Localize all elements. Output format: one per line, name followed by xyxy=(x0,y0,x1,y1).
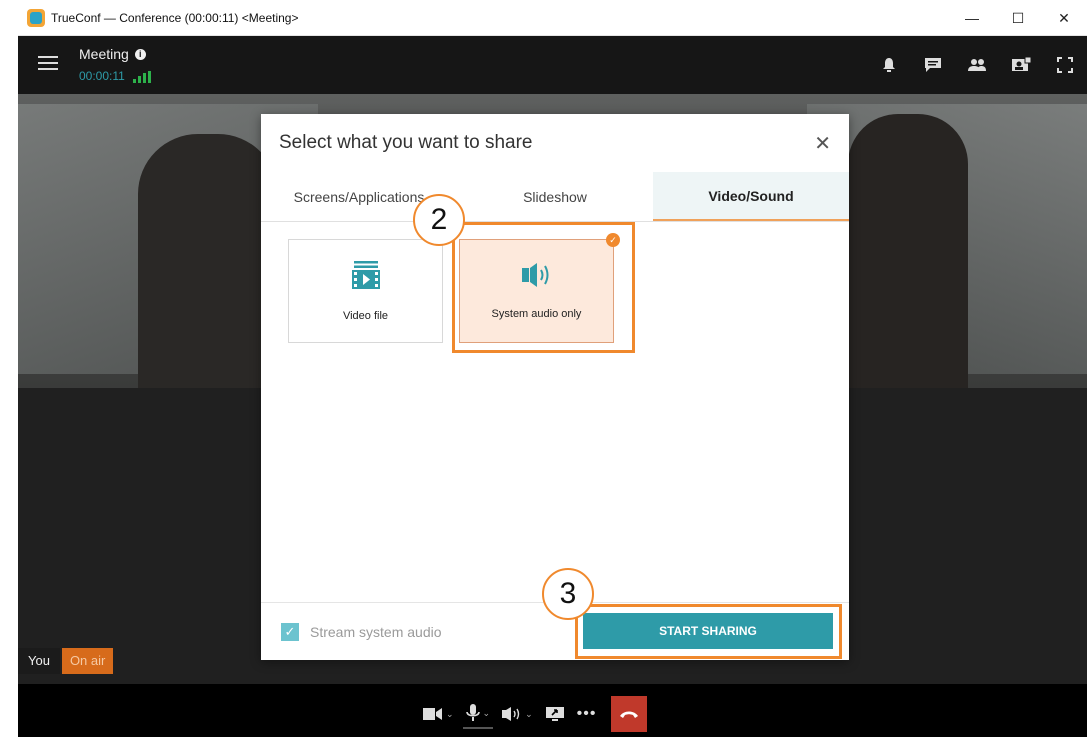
signal-strength-icon xyxy=(132,71,151,83)
window-controls: — ☐ ✕ xyxy=(949,0,1087,36)
header-actions xyxy=(867,52,1087,78)
checkbox-checked-icon[interactable]: ✓ xyxy=(281,623,299,641)
conference-header: Meeting i 00:00:11 xyxy=(18,36,1087,94)
participants-icon[interactable] xyxy=(955,52,999,78)
trueconf-logo-icon xyxy=(27,8,45,27)
meeting-title: Meeting i xyxy=(79,46,146,62)
speaker-icon xyxy=(502,707,520,721)
camera-button[interactable]: ⌄ xyxy=(420,699,457,729)
highlight-system-audio xyxy=(452,222,635,353)
end-call-button[interactable] xyxy=(611,696,648,732)
title-bar: TrueConf — Conference (00:00:11) <Meetin… xyxy=(18,0,1087,36)
chevron-down-icon[interactable]: ⌄ xyxy=(483,708,491,719)
bell-icon[interactable] xyxy=(867,52,911,78)
call-controls: ⌄ ⌄ ⌄ ••• xyxy=(420,696,648,732)
tab-video-sound[interactable]: Video/Sound xyxy=(653,172,849,221)
stream-system-audio-label: Stream system audio xyxy=(310,624,442,640)
self-view-labels: You On air xyxy=(18,648,114,674)
tab-slideshow[interactable]: Slideshow xyxy=(457,172,653,221)
more-icon: ••• xyxy=(576,705,597,722)
video-file-icon xyxy=(351,261,380,289)
dialog-title: Select what you want to share xyxy=(279,132,533,153)
participant-video-left xyxy=(138,134,278,388)
microphone-button[interactable]: ⌄ xyxy=(462,699,494,729)
step-2-marker: 2 xyxy=(413,194,465,246)
timer-row: 00:00:11 xyxy=(79,69,151,83)
close-button[interactable]: ✕ xyxy=(1041,0,1087,36)
highlight-start-sharing xyxy=(575,604,842,659)
chat-icon[interactable] xyxy=(911,52,955,78)
you-label: You xyxy=(18,648,60,674)
fullscreen-icon[interactable] xyxy=(1043,52,1087,78)
minimize-button[interactable]: — xyxy=(949,0,995,36)
hamburger-menu-icon[interactable] xyxy=(38,56,58,72)
conference-timer: 00:00:11 xyxy=(79,69,125,83)
participant-video-right xyxy=(848,114,968,388)
share-tabs: Screens/Applications Slideshow Video/Sou… xyxy=(261,172,849,222)
on-air-badge: On air xyxy=(61,648,114,674)
chevron-down-icon[interactable]: ⌄ xyxy=(525,709,533,720)
dialog-close-button[interactable]: ✕ xyxy=(814,134,831,154)
call-controls-bar: ⌄ ⌄ ⌄ ••• xyxy=(18,684,1087,737)
video-layout-icon[interactable] xyxy=(999,52,1043,78)
share-screen-icon xyxy=(545,707,564,721)
video-file-label: Video file xyxy=(342,310,389,322)
video-file-option[interactable]: Video file xyxy=(288,239,443,343)
camera-icon xyxy=(423,708,442,720)
hang-up-icon xyxy=(620,711,639,718)
speaker-button[interactable]: ⌄ xyxy=(499,699,536,729)
more-options-button[interactable]: ••• xyxy=(574,699,600,729)
meeting-title-text: Meeting xyxy=(79,46,129,62)
microphone-icon xyxy=(465,704,480,721)
info-icon[interactable]: i xyxy=(134,48,146,60)
step-3-marker: 3 xyxy=(542,568,594,620)
maximize-button[interactable]: ☐ xyxy=(995,0,1041,36)
share-screen-button[interactable] xyxy=(542,699,568,729)
window-title: TrueConf — Conference (00:00:11) <Meetin… xyxy=(51,10,299,25)
stream-system-audio-checkbox[interactable]: ✓ Stream system audio xyxy=(281,623,442,641)
chevron-down-icon[interactable]: ⌄ xyxy=(446,709,454,720)
